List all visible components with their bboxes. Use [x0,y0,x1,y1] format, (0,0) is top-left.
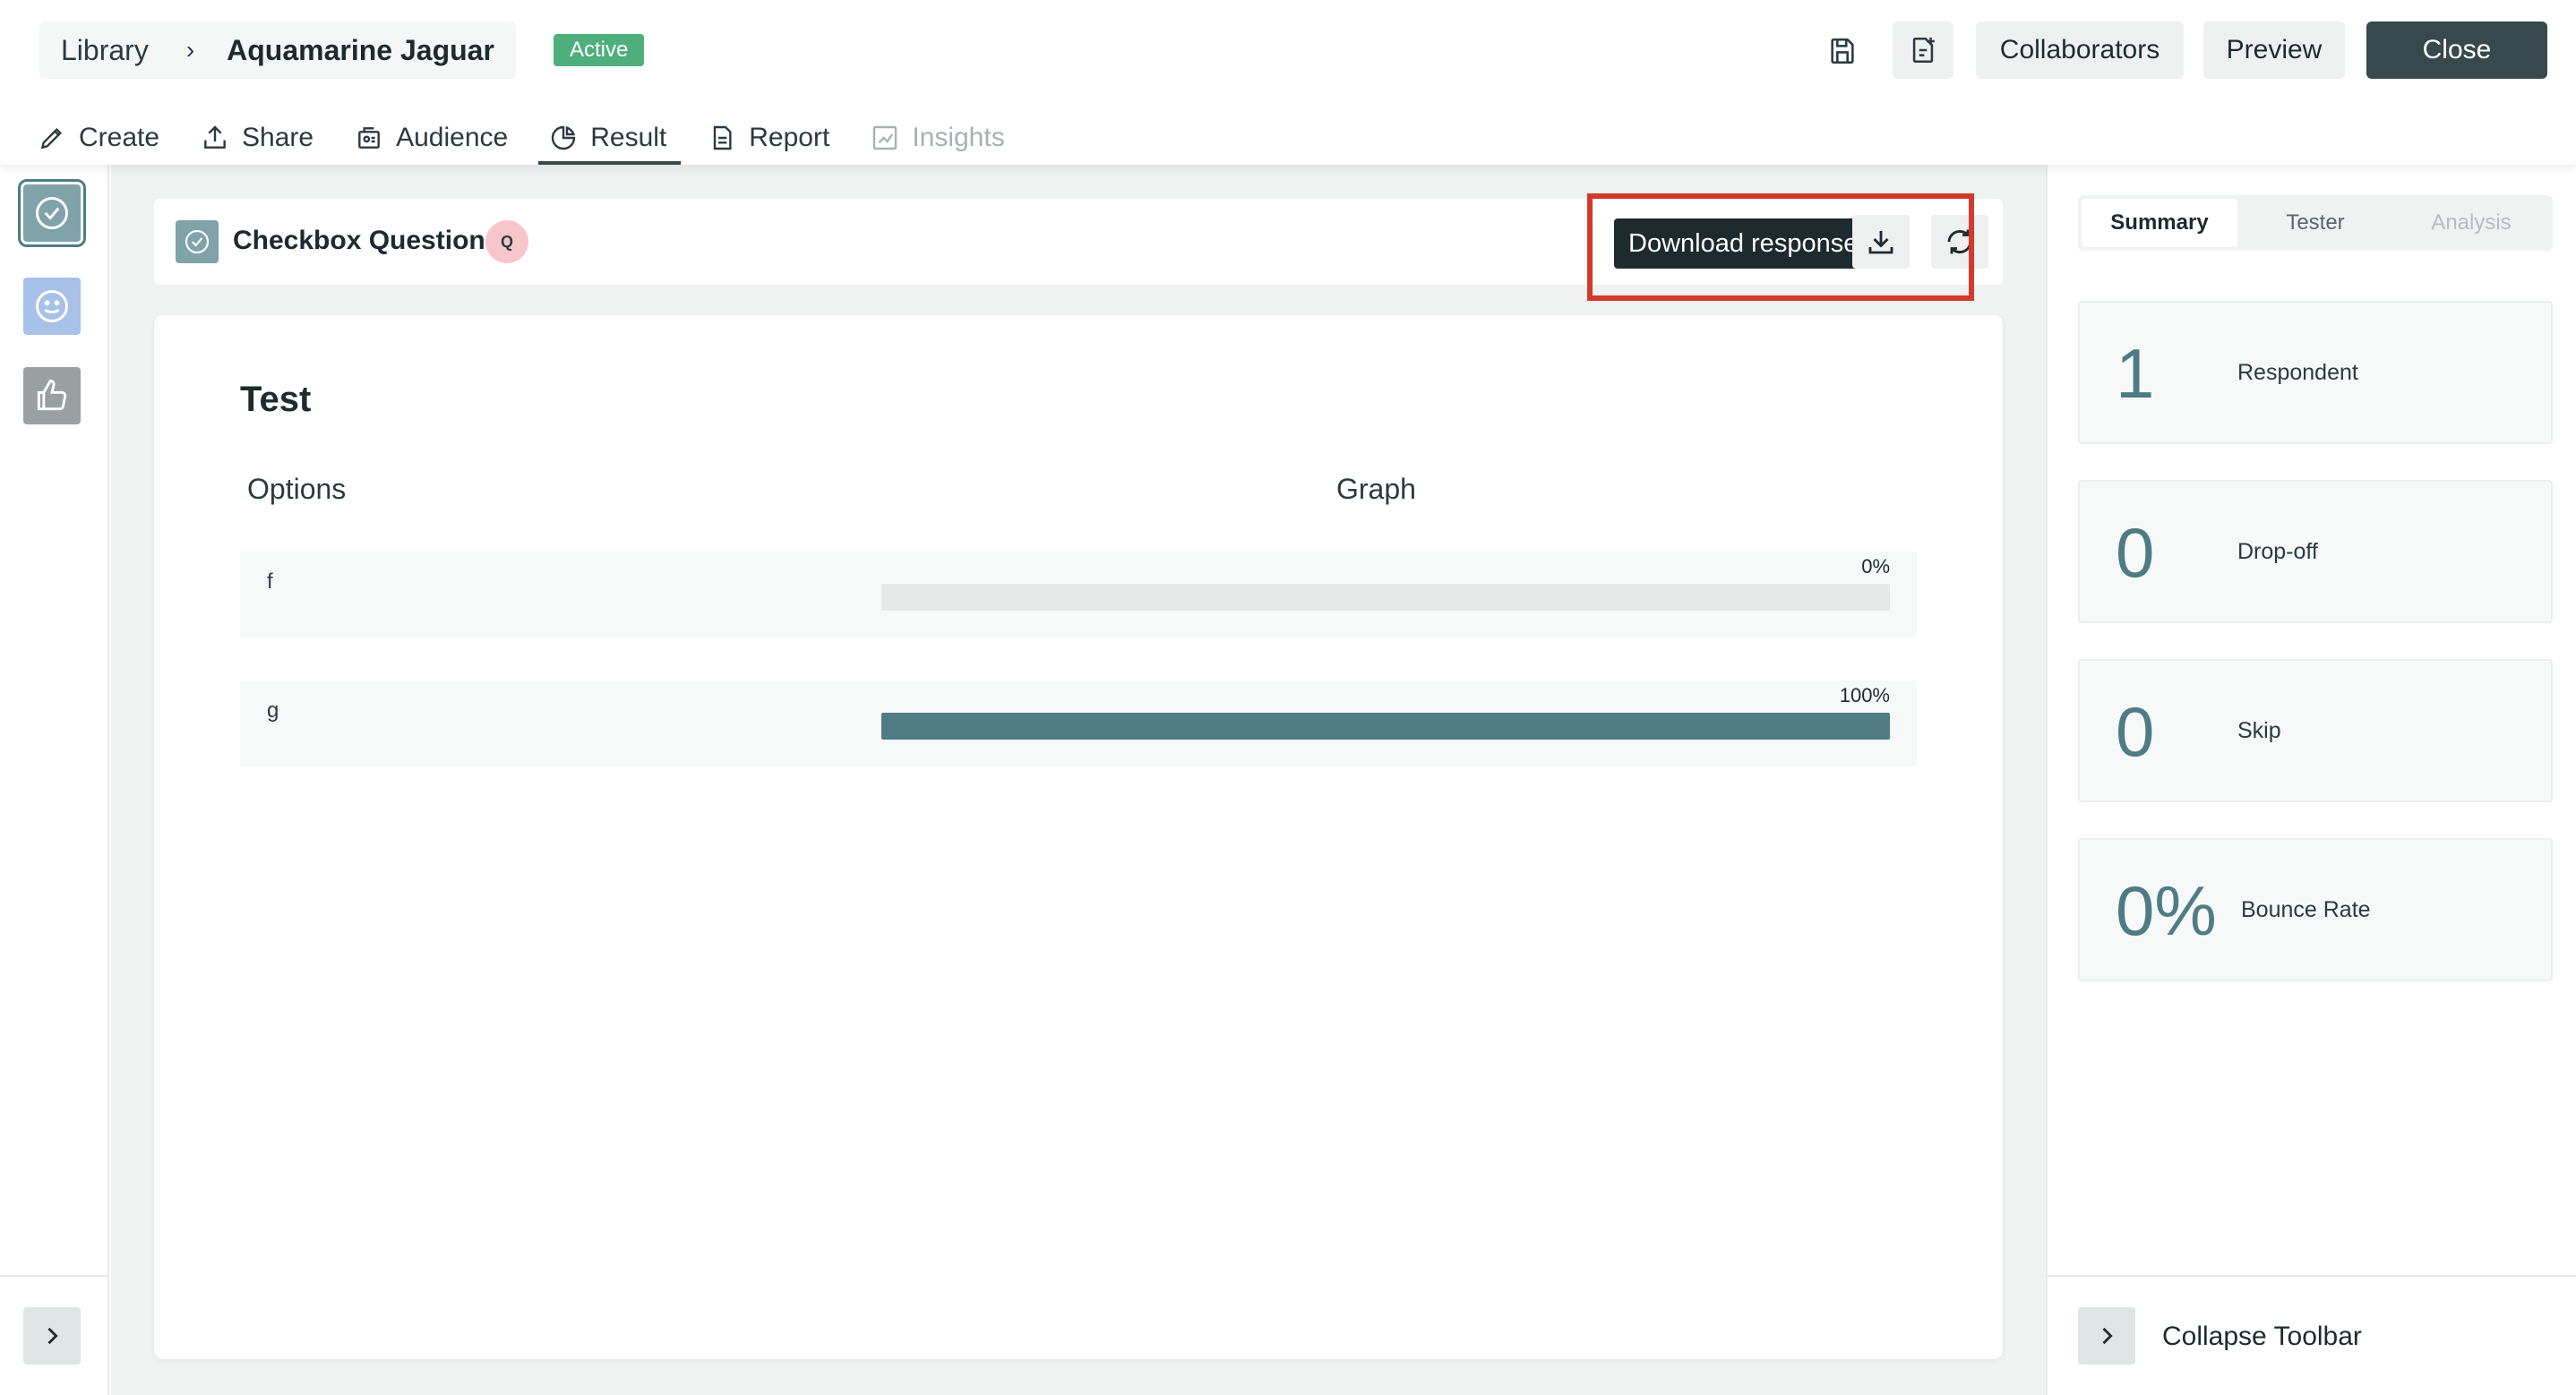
option-percent: 100% [1839,684,1890,706]
expand-rail-button[interactable] [23,1307,81,1365]
share-icon [204,125,226,149]
tab-analysis: Analysis [2431,210,2512,235]
top-bar: Library › Aquamarine Jaguar Active Colla… [0,0,2576,165]
question-rail [0,165,109,1395]
tab-audience[interactable]: Audience [355,111,508,165]
tab-report[interactable]: Report [708,111,829,165]
question-header: Checkbox Question Q Download response [154,193,2003,301]
check-circle-icon [36,197,68,229]
tab-create[interactable]: Create [38,111,159,165]
tab-share[interactable]: Share [201,111,313,165]
stat-value: 0 [2116,513,2155,592]
options-column-header: Options [247,473,347,505]
question-title: Test [240,380,312,419]
tab-label: Result [590,123,667,152]
option-label: g [267,698,279,723]
option-row: g 100% [240,680,1917,766]
option-bar-track [881,713,1890,740]
pencil-icon [40,127,63,150]
download-response-tooltip: Download response [1614,218,1873,269]
add-document-button[interactable] [1893,21,1953,79]
breadcrumb-library-link[interactable]: Library [61,34,149,67]
option-row: f 0% [240,552,1917,638]
refresh-button[interactable] [1931,215,1988,269]
collapse-toolbar-button[interactable] [2078,1307,2135,1365]
stat-label: Drop-off [2237,539,2318,564]
tab-insights: Insights [871,111,1005,165]
stat-label: Skip [2237,718,2281,743]
chevron-right-icon [47,1327,58,1345]
refresh-icon [1947,229,1972,254]
thumbs-up-icon [37,380,67,411]
chevron-right-icon: › [185,36,195,64]
chevron-right-icon [2102,1327,2113,1345]
stat-value: 0 [2116,692,2155,771]
question-badge: Q [485,220,528,263]
breadcrumb: Library › Aquamarine Jaguar [39,21,516,79]
collapse-toolbar-label[interactable]: Collapse Toolbar [2162,1322,2362,1352]
rail-smiley-question[interactable] [23,278,81,335]
save-icon [1831,38,1854,64]
tab-label: Create [79,123,160,152]
checkbox-question-icon [176,220,219,263]
option-bar-track [881,584,1890,611]
stat-card-skip: 0 Skip [2078,659,2553,802]
stat-card-drop-off: 0 Drop-off [2078,480,2553,623]
tab-label: Insights [912,123,1005,152]
stat-label: Bounce Rate [2241,897,2371,922]
save-button[interactable] [1815,23,1870,79]
stat-value: 0% [2116,871,2217,950]
preview-button[interactable]: Preview [2203,21,2345,79]
stat-card-respondent: 1 Respondent [2078,301,2553,444]
result-card: Test Options Graph f 0% g 100% [154,315,2003,1359]
smiley-icon [36,290,68,322]
summary-panel: Summary Tester Analysis 1 Respondent 0 D… [2046,165,2576,1395]
tab-label: Report [749,123,830,152]
tab-result[interactable]: Result [538,111,682,165]
question-type-label: Checkbox Question [233,226,485,255]
audience-icon [358,127,380,149]
tab-label: Audience [396,123,509,152]
option-percent: 0% [1861,555,1890,578]
status-badge: Active [554,34,645,66]
result-main: Checkbox Question Q Download response Te… [111,165,2046,1395]
main-tabs: Create Share Audience Result Report Insi… [38,111,1046,165]
panel-divider [2048,1275,2576,1277]
rail-checkbox-question[interactable] [18,179,86,247]
summary-tabs: Summary Tester Analysis [2078,195,2553,251]
download-icon [1868,231,1893,254]
report-icon [714,125,732,150]
collaborators-button[interactable]: Collaborators [1976,21,2184,79]
download-response-button[interactable] [1852,215,1910,269]
pie-chart-icon [552,125,576,150]
option-label: f [267,569,273,594]
document-add-icon [1912,37,1935,64]
tab-label: Share [242,123,314,152]
breadcrumb-current: Aquamarine Jaguar [227,33,494,66]
stat-label: Respondent [2237,360,2358,385]
insights-icon [873,125,897,150]
tab-summary[interactable]: Summary [2082,199,2237,247]
stat-card-bounce-rate: 0% Bounce Rate [2078,838,2553,981]
tab-tester[interactable]: Tester [2237,199,2393,247]
rail-thumbs-question[interactable] [23,367,81,424]
rail-divider [0,1275,109,1277]
close-button[interactable]: Close [2366,21,2547,79]
graph-column-header: Graph [1336,473,1416,505]
option-bar-fill [881,713,1890,740]
stat-value: 1 [2116,334,2155,413]
